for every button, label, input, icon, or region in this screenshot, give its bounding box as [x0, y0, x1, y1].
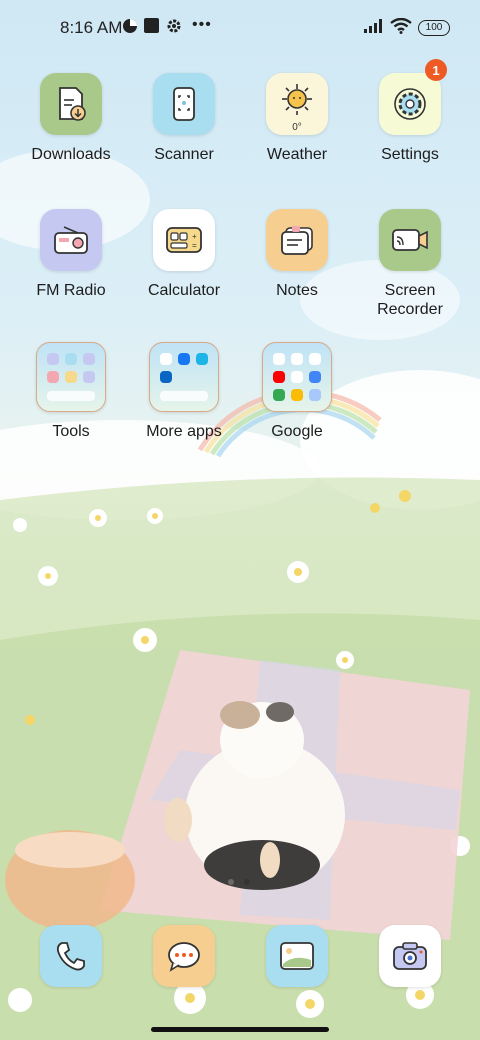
folder-more-apps[interactable]: More apps	[129, 342, 239, 441]
app-calculator[interactable]: + = Calculator	[129, 209, 239, 300]
app-settings[interactable]: 1 Settings	[355, 59, 465, 164]
scanner-icon	[153, 73, 215, 135]
folder-cloud	[47, 391, 95, 401]
app-screen-recorder[interactable]: Screen Recorder	[355, 209, 465, 319]
video-camera-icon	[379, 209, 441, 271]
mini-app-icon	[83, 353, 95, 365]
more-notifications-icon: •••	[192, 16, 212, 33]
app-label: Screen Recorder	[355, 281, 465, 319]
gallery-icon	[266, 925, 328, 987]
mini-app-icon	[47, 371, 59, 383]
dock-camera[interactable]	[379, 925, 441, 987]
mini-app-icon	[291, 389, 303, 401]
dock-phone[interactable]	[40, 925, 102, 987]
mini-app-icon	[273, 353, 285, 365]
mini-app-icon	[291, 353, 303, 365]
app-label: Downloads	[31, 146, 111, 163]
gear-icon	[166, 18, 182, 39]
mini-app-icon	[160, 353, 172, 365]
mini-app-icon	[273, 371, 285, 383]
mini-app-icon	[47, 353, 59, 365]
page-dot	[228, 879, 234, 885]
app-notes[interactable]: Notes	[242, 209, 352, 300]
folder-google[interactable]: Google	[242, 342, 352, 441]
sun-icon: 0°	[266, 73, 328, 135]
app-label-line1: Screen	[384, 282, 436, 299]
app-label: Weather	[266, 146, 328, 163]
camera-icon	[379, 925, 441, 987]
app-fm-radio[interactable]: FM Radio	[16, 209, 126, 300]
mini-app-icon	[309, 371, 321, 383]
notes-icon	[266, 209, 328, 271]
app-label: Settings	[381, 146, 439, 163]
radio-icon	[40, 209, 102, 271]
app-label: Scanner	[154, 146, 214, 163]
battery-indicator: 100	[418, 20, 450, 36]
page-dot-active	[244, 879, 250, 885]
mini-app-icon	[83, 371, 95, 383]
weather-temperature: 0°	[292, 122, 302, 133]
app-scanner[interactable]: Scanner	[129, 73, 239, 164]
mini-app-icon	[65, 371, 77, 383]
signal-icon	[364, 18, 386, 39]
notification-badge: 1	[425, 59, 447, 81]
mini-app-icon	[196, 353, 208, 365]
message-icon	[153, 925, 215, 987]
gear-icon: 1	[379, 59, 447, 135]
data-saver-icon	[122, 18, 138, 39]
folder-icon	[149, 342, 219, 412]
wifi-icon	[390, 17, 412, 39]
mini-app-icon	[178, 353, 190, 365]
app-label: Calculator	[147, 282, 221, 299]
mini-app-icon	[273, 389, 285, 401]
mini-app-icon	[65, 353, 77, 365]
dock-gallery[interactable]	[266, 925, 328, 987]
app-downloads[interactable]: Downloads	[16, 73, 126, 164]
home-gesture-bar[interactable]	[151, 1027, 329, 1032]
folder-cloud	[160, 391, 208, 401]
mini-app-icon	[291, 371, 303, 383]
square-app-icon	[144, 18, 160, 39]
svg-text:+: +	[192, 232, 197, 241]
folder-label: Tools	[52, 423, 90, 440]
app-label: FM Radio	[36, 282, 106, 299]
folder-icon	[262, 342, 332, 412]
folder-label: More apps	[146, 423, 222, 440]
download-doc-icon	[40, 73, 102, 135]
mini-app-icon	[309, 389, 321, 401]
calculator-icon: + =	[153, 209, 215, 271]
app-weather[interactable]: 0° Weather	[242, 73, 352, 164]
clock: 8:16 AM	[60, 18, 123, 37]
folder-tools[interactable]: Tools	[16, 342, 126, 441]
mini-app-icon	[309, 353, 321, 365]
folder-label: Google	[271, 423, 323, 440]
svg-text:=: =	[192, 241, 197, 250]
app-label: Notes	[276, 282, 318, 299]
phone-icon	[40, 925, 102, 987]
mini-app-icon	[160, 371, 172, 383]
app-label-line2: Recorder	[377, 301, 443, 318]
dock-messages[interactable]	[153, 925, 215, 987]
folder-icon	[36, 342, 106, 412]
status-bar: 8:16 AM ••• 100	[0, 0, 480, 56]
